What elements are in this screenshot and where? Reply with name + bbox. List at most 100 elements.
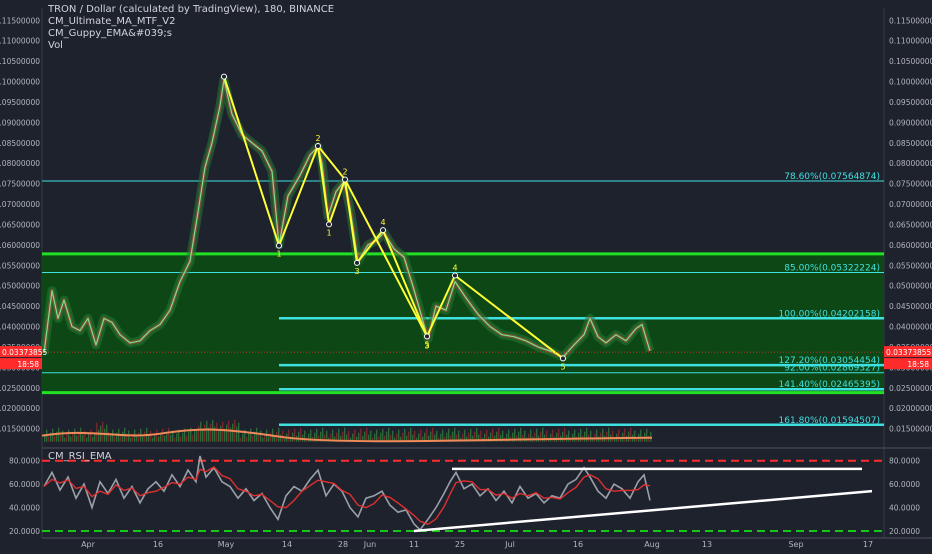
volume-bar [248, 432, 250, 442]
volume-bar [256, 427, 258, 442]
volume-bar [48, 436, 50, 442]
volume-bar [612, 430, 614, 442]
price-chart[interactable]: 78.60%(0.07564874) 85.00%(0.05322224) 100.… [0, 0, 932, 550]
volume-bar [128, 430, 130, 442]
right-price-tick: 0.11500000 [889, 16, 932, 25]
volume-bar [414, 430, 416, 442]
volume-bar [606, 431, 608, 442]
volume-bar [64, 437, 66, 442]
volume-bar [562, 431, 564, 442]
wave-label: 3 [354, 267, 359, 276]
volume-bar [182, 432, 184, 442]
volume-bar [382, 428, 384, 442]
indicator-label[interactable]: CM_Guppy_EMA&#039;s [48, 28, 334, 40]
volume-bar [628, 431, 630, 442]
fib-level-label: 100.00%(0.04202158) [779, 309, 880, 319]
volume-bar [92, 436, 94, 442]
rsi-title[interactable]: CM_RSI_EMA [48, 451, 112, 462]
volume-bar [376, 429, 378, 442]
rsi-tick-left: 60.0000 [9, 480, 40, 489]
volume-bar [398, 429, 400, 442]
volume-bar [404, 428, 406, 442]
right-price-tick: 0.08000000 [889, 159, 932, 168]
wave-pivot [424, 333, 430, 340]
volume-bar [170, 434, 172, 442]
right-price-tick: 0.04000000 [889, 323, 932, 332]
volume-bar [630, 427, 632, 442]
volume-bar [410, 427, 412, 442]
left-price-tick: 0.06500000 [0, 220, 40, 229]
volume-bar [242, 433, 244, 442]
volume-bar [142, 435, 144, 442]
x-axis-tick: 16 [153, 540, 163, 549]
right-price-tick: 0.04500000 [889, 302, 932, 311]
volume-bar [218, 429, 220, 442]
right-price-tick: 0.09000000 [889, 118, 932, 127]
volume-bar [108, 431, 110, 442]
volume-bar [188, 431, 190, 442]
wave-pivot [380, 227, 386, 234]
rsi-tick-left: 20.0000 [9, 527, 40, 536]
volume-bar [104, 428, 106, 442]
volume-bar [236, 426, 238, 442]
x-axis-tick: 28 [338, 540, 348, 549]
volume-bar [574, 429, 576, 442]
wave-pivot [354, 259, 360, 266]
volume-bar [388, 427, 390, 442]
volume-bar [144, 431, 146, 442]
right-price-tick: 0.02000000 [889, 404, 932, 413]
wave-pivot [452, 272, 458, 279]
left-price-tick: 0.01500000 [0, 425, 40, 434]
volume-bar [198, 425, 200, 442]
left-price-tick: 0.07500000 [0, 180, 40, 189]
volume-bar [250, 428, 252, 442]
volume-bar [602, 428, 604, 442]
volume-bar [308, 433, 310, 442]
left-price-tick: 0.02000000 [0, 404, 40, 413]
left-price-tick: 0.09500000 [0, 98, 40, 107]
volume-bar [252, 435, 254, 442]
right-price-tick: 0.02500000 [889, 384, 932, 393]
volume-bar [158, 436, 160, 442]
indicator-label[interactable]: CM_Ultimate_MA_MTF_V2 [48, 16, 334, 28]
wave-label: 1 [326, 228, 331, 237]
volume-bar [600, 432, 602, 442]
volume-bar [58, 427, 60, 442]
x-axis-tick: Jun [363, 540, 377, 549]
indicator-label[interactable]: Vol [48, 40, 334, 52]
volume-bar [246, 436, 248, 442]
volume-bar [88, 433, 90, 442]
volume-bar [114, 436, 116, 442]
left-price-tick: 0.07000000 [0, 200, 40, 209]
wave-pivot [342, 176, 348, 183]
volume-bar [174, 437, 176, 442]
volume-bar [640, 429, 642, 442]
x-axis-tick: Jul [504, 540, 515, 549]
volume-bar [232, 423, 234, 442]
volume-bar [202, 428, 204, 442]
volume-bar [200, 421, 202, 442]
right-price-tick: 0.10500000 [889, 57, 932, 66]
volume-bar [150, 430, 152, 442]
right-price-tick: 0.06000000 [889, 241, 932, 250]
right-price-tick: 0.07000000 [889, 200, 932, 209]
volume-bar [634, 430, 636, 442]
volume-bar [366, 427, 368, 442]
volume-bar [210, 423, 212, 442]
volume-bar [136, 436, 138, 442]
volume-bar [194, 430, 196, 442]
right-price-tick: 0.09500000 [889, 98, 932, 107]
volume-bar [66, 433, 68, 442]
volume-bar [354, 429, 356, 442]
volume-bar [618, 429, 620, 442]
fib-level-label: 141.40%(0.02465395) [779, 380, 880, 390]
rsi-tick-right: 60.0000 [889, 480, 920, 489]
volume-bar [122, 431, 124, 442]
volume-bar [102, 421, 104, 442]
volume-bar [212, 419, 214, 442]
volume-bar [112, 429, 114, 442]
volume-bar [650, 431, 652, 442]
left-price-tick: 0.11000000 [0, 37, 40, 46]
volume-bar [522, 434, 524, 442]
volume-bar [72, 432, 74, 442]
